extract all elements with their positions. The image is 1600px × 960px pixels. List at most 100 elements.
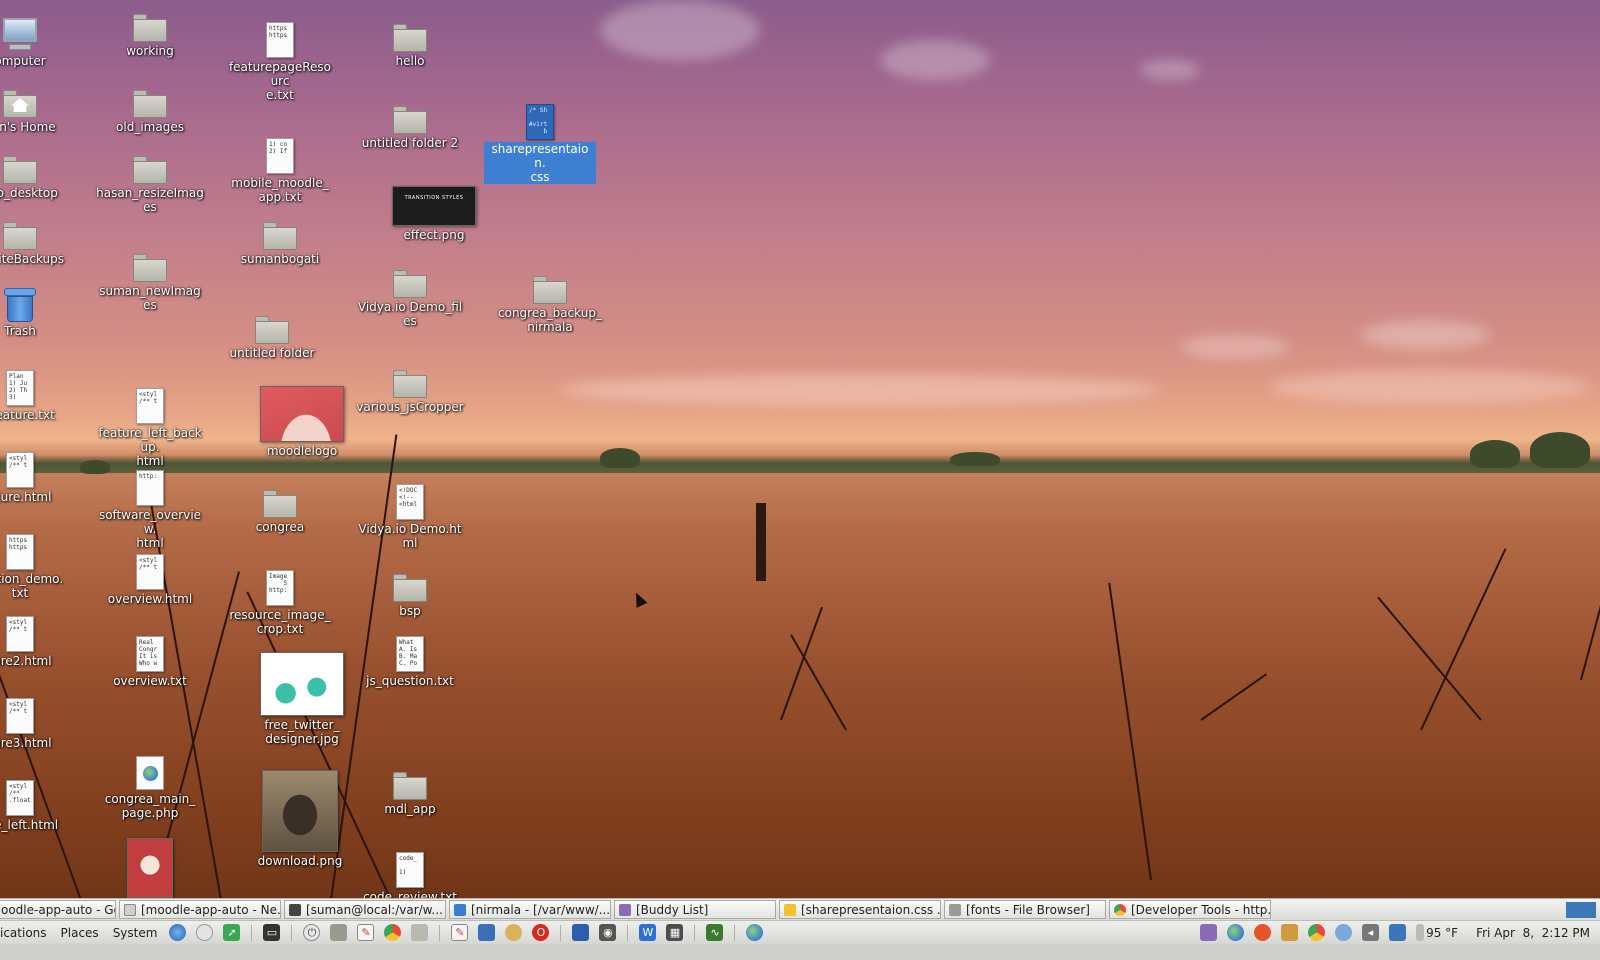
editor-icon [454,903,466,916]
camera-icon[interactable]: ◉ [599,924,617,941]
applications-menu[interactable]: ications [0,926,54,940]
icon-label: download.png [257,854,343,868]
text-editor-launcher-icon[interactable]: ✎ [357,924,375,941]
desktop-icon-sumanbogati[interactable]: sumanbogati [224,222,336,266]
desktop-icon-moodlelogo[interactable]: moodlelogo [246,386,358,458]
wifi-tray-icon[interactable] [1335,924,1353,941]
text-file-icon: What A. Is B. Ma C. Po [396,636,424,672]
update-tray-icon[interactable] [1254,924,1272,941]
desktop-icon-feature3-html[interactable]: <styl /** t ture3.html [0,698,76,750]
gimp-launcher-icon[interactable] [505,924,523,941]
system-monitor-icon[interactable]: ∿ [706,924,724,941]
desktop-icon-mdl-app[interactable]: mdl_app [354,772,466,816]
task-sharepresentaion-css[interactable]: [sharepresentaion.css ... [779,900,941,919]
desktop-icon-untitled-folder-2[interactable]: untitled folder 2 [354,106,466,150]
desktop-icon-computer[interactable]: omputer [0,18,76,68]
virtualbox-launcher-icon[interactable] [478,924,496,941]
desktop-icon-overview-txt[interactable]: Real Congr It is Who w overview.txt [94,636,206,688]
desktop-icon-site-backups[interactable]: eaSiteBackups [0,222,76,266]
file-manager-launcher-icon[interactable] [330,924,348,941]
folder-launcher-icon[interactable] [411,924,429,941]
calculator-icon[interactable]: ▦ [666,924,684,941]
desktop-icon-download-png[interactable]: download.png [244,770,356,868]
moodlelogo-thumbnail [260,386,344,442]
task-file-browser[interactable]: [fonts - File Browser] [944,900,1106,919]
desktop-icon-mobile-moodle-app[interactable]: 1) co 2) If mobile_moodle_ app.txt [224,138,336,204]
chrome-launcher-icon[interactable] [384,924,402,941]
desktop-icon-free-twitter-designer[interactable]: free_twitter_ designer.jpg [246,652,358,746]
desktop-icon-vidya-demo-files[interactable]: Vidya.io Demo_files [354,270,466,328]
html-file-icon: <styl /** t [6,616,34,652]
mail-launcher-icon[interactable] [196,924,214,941]
task-buddy-list[interactable]: [Buddy List] [614,900,776,919]
clock[interactable]: Fri Apr 8, 2:12 PM [1470,926,1600,940]
thermometer-icon [1416,924,1425,941]
icon-label: feature_left_backup. html [98,426,202,468]
desktop-icon-vidya-demo-html[interactable]: <!DOC <!-- <html Vidya.io Demo.html [354,484,466,550]
task-chrome-moodle-app[interactable]: oodle-app-auto - Go... [0,900,116,919]
browser-launcher-icon[interactable] [169,924,187,941]
html-file-icon: <styl /** t [6,698,34,734]
desktop-icon-feature2-html[interactable]: <styl /** t ture2.html [0,616,76,668]
icon-label: ture2.html [0,654,52,668]
desktop-icon-feature-html[interactable]: <styl /** t ature.html [0,452,76,504]
desktop-icon-resource-image-crop[interactable]: Image S http: resource_image_ crop.txt [224,570,336,636]
icon-label: overview.html [107,592,193,606]
desktop-icon-home[interactable]: han's Home [0,90,76,134]
desktop-icon-working[interactable]: working [94,14,206,58]
desktop-icon-backup-desktop[interactable]: cup_desktop [0,156,76,200]
icon-label: ure_left.html [0,818,59,832]
task-developer-tools[interactable]: [Developer Tools - http... [1109,900,1271,919]
folder-icon [133,14,167,42]
notes-launcher-icon[interactable]: ✎ [451,924,469,941]
desktop-icon-congrea-backup-nirmala[interactable]: congrea_backup_ nirmala [494,276,606,334]
desktop-icon-avatar-image[interactable] [94,838,206,898]
desktop-icon-untitled-folder[interactable]: untitled folder [216,316,328,360]
run-launcher-icon[interactable]: ➚ [223,924,241,941]
desktop-icon-congrea[interactable]: congrea [224,490,336,534]
desktop-icon-feature-left-html[interactable]: <styl /** .float ure_left.html [0,780,76,832]
terminal-icon [289,903,301,916]
opera-launcher-icon[interactable]: O [532,924,550,941]
workspace-switcher[interactable] [1566,901,1596,918]
desktop-icon-presentation-demo[interactable]: https https ntation_demo. txt [0,534,76,600]
folder-icon [263,222,297,250]
desktop-icon-bsp[interactable]: bsp [354,574,466,618]
display-tray-icon[interactable] [1389,924,1407,941]
wps-writer-icon[interactable]: W [639,924,657,941]
desktop-icon-effect-png[interactable]: TRANSITION STYLES effect.png [378,186,490,242]
desktop-icon-feature-left-backup[interactable]: <styl /** t feature_left_backup. html [94,388,206,468]
places-menu[interactable]: Places [54,926,106,940]
chrome-tray-icon[interactable] [1308,924,1326,941]
computer-icon [1,18,39,52]
desktop-icon-feature-txt[interactable]: Plan 1) Ju 2) Th 3) _feature.txt [0,370,76,422]
terminal-launcher-icon[interactable]: ▭ [263,924,281,941]
desktop-icon-suman-new-images[interactable]: suman_newImages [94,254,206,312]
desktop-icon-hasan-resize-images[interactable]: hasan_resizeImages [94,156,206,214]
task-label: [fonts - File Browser] [966,902,1090,917]
desktop-icon-software-overview[interactable]: http: software_overview. html [94,470,206,550]
desktop-icon-various-jscropper[interactable]: various_jsCropper [354,370,466,414]
volume-icon[interactable]: ◂ [1362,924,1380,941]
virtualbox-icon[interactable] [572,924,590,941]
desktop-icon-code-review[interactable]: code_ 1) code_review.txt [354,852,466,904]
network-globe-icon[interactable] [746,924,764,941]
desktop-icon-old-images[interactable]: old_images [94,90,206,134]
desktop-icon-congrea-main-page[interactable]: congrea_main_ page.php [94,756,206,820]
desktop-icon-sharepresentaion-css[interactable]: /* Sh #virt b sharepresentaion. css [484,104,596,184]
desktop-icon-hello[interactable]: hello [354,24,466,68]
power-icon[interactable]: ⏻ [303,924,321,941]
package-tray-icon[interactable] [1281,924,1299,941]
html-file-icon: <styl /** t [136,554,164,590]
task-nirmala-editor[interactable]: [nirmala - [/var/www/... [449,900,611,919]
desktop-icon-trash[interactable]: Trash [0,288,76,338]
task-moodle-app-auto[interactable]: [moodle-app-auto - Ne... [119,900,281,919]
desktop-icon-js-question[interactable]: What A. Is B. Ma C. Po js_question.txt [354,636,466,688]
system-menu[interactable]: System [106,926,165,940]
desktop-icon-overview-html[interactable]: <styl /** t overview.html [94,554,206,606]
network-tray-icon[interactable] [1227,924,1245,941]
task-terminal[interactable]: [suman@local:/var/w... [284,900,446,919]
folder-icon [393,772,427,800]
desktop-icon-featurepage-resource[interactable]: https https featurepageResourc e.txt [224,22,336,102]
pidgin-tray-icon[interactable] [1200,924,1218,941]
